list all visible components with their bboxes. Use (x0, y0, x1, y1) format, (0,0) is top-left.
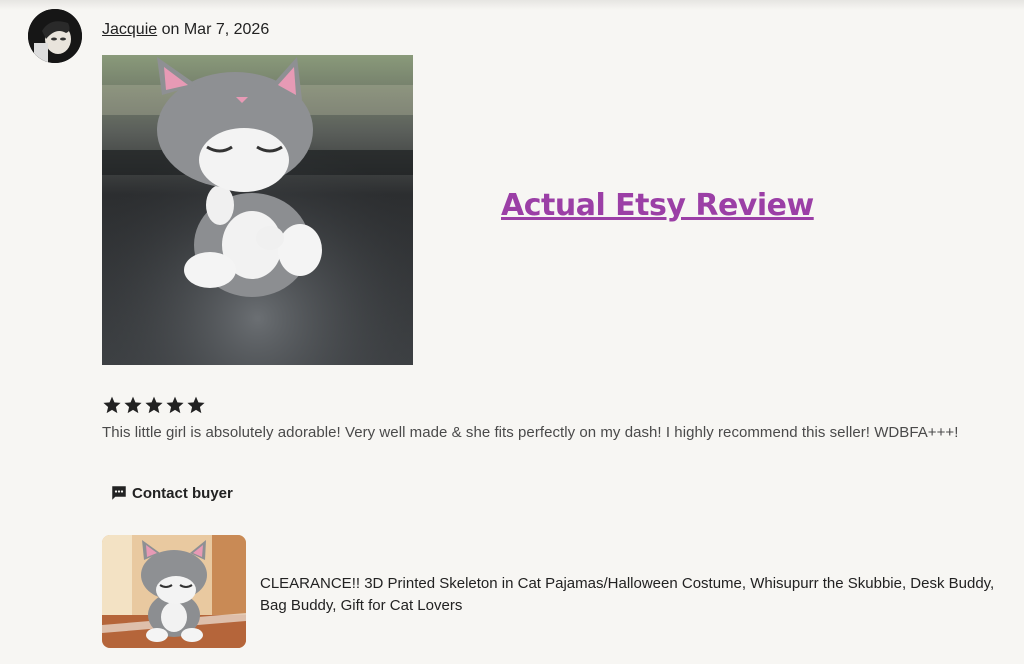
review-header: Jacquie on Mar 7, 2026 (102, 21, 269, 39)
overlay-title: Actual Etsy Review (501, 188, 814, 223)
star-icon (166, 396, 184, 414)
reviewer-avatar[interactable] (28, 9, 82, 63)
listing-thumbnail[interactable] (102, 535, 246, 648)
contact-buyer-button[interactable]: Contact buyer (108, 482, 235, 504)
review-text: This little girl is absolutely adorable!… (102, 424, 959, 441)
review-date: on Mar 7, 2026 (157, 21, 270, 38)
star-icon (124, 396, 142, 414)
listing-title-link[interactable]: CLEARANCE!! 3D Printed Skeleton in Cat P… (260, 573, 1000, 617)
star-icon (103, 396, 121, 414)
chat-bubble-icon (112, 486, 126, 500)
review-photo[interactable] (102, 55, 413, 365)
star-rating (102, 395, 206, 415)
reviewer-name-link[interactable]: Jacquie (102, 21, 157, 38)
star-icon (145, 396, 163, 414)
star-icon (187, 396, 205, 414)
contact-buyer-label: Contact buyer (132, 484, 233, 502)
top-edge-shadow (0, 0, 1024, 10)
